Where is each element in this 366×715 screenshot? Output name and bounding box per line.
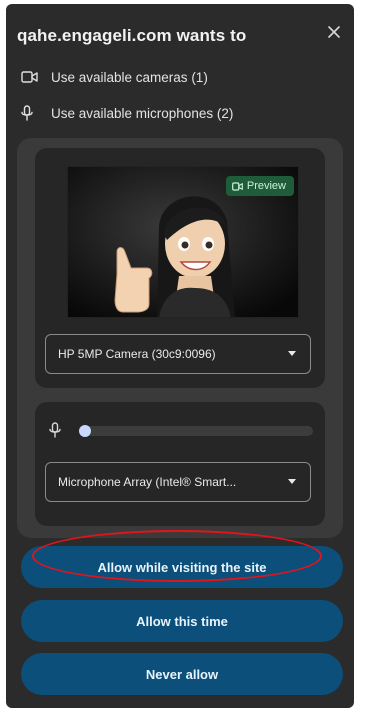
microphone-level-indicator (79, 425, 91, 437)
microphone-select[interactable]: Microphone Array (Intel® Smart... (45, 462, 311, 502)
permission-microphone: Use available microphones (2) (21, 104, 233, 122)
allow-while-visiting-button[interactable]: Allow while visiting the site (21, 546, 343, 588)
never-allow-button[interactable]: Never allow (21, 653, 343, 695)
close-icon (328, 26, 340, 38)
chevron-down-icon (288, 351, 296, 356)
allow-this-time-button[interactable]: Allow this time (21, 600, 343, 642)
camera-select[interactable]: HP 5MP Camera (30c9:0096) (45, 334, 311, 374)
chevron-down-icon (288, 479, 296, 484)
camera-select-value: HP 5MP Camera (30c9:0096) (58, 347, 216, 361)
camera-preview: Preview (67, 166, 299, 318)
camera-icon (21, 68, 41, 86)
preview-badge: Preview (225, 176, 294, 196)
permission-microphone-label: Use available microphones (2) (51, 105, 234, 121)
permission-camera-label: Use available cameras (1) (51, 69, 208, 85)
dialog-title: qahe.engageli.com wants to (17, 26, 247, 45)
permission-dialog: qahe.engageli.com wants to Use available… (6, 4, 354, 708)
permission-camera: Use available cameras (1) (21, 68, 208, 86)
close-button[interactable] (324, 22, 344, 42)
preview-label: Preview (246, 180, 286, 192)
preview-icon (231, 181, 243, 191)
microphone-card: Microphone Array (Intel® Smart... (35, 402, 325, 526)
microphone-icon (21, 104, 41, 122)
microphone-level-meter (79, 425, 313, 437)
microphone-select-value: Microphone Array (Intel® Smart... (58, 475, 237, 489)
camera-card: Preview HP 5MP Camera (30c9:0096) (35, 148, 325, 388)
microphone-icon (49, 422, 61, 443)
device-panel: Preview HP 5MP Camera (30c9:0096) Microp… (17, 138, 343, 538)
